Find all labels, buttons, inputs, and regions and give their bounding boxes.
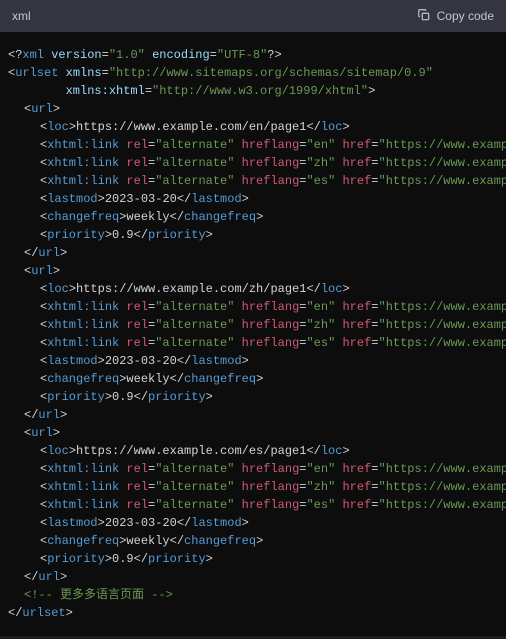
- code-block: <?xml version="1.0" encoding="UTF-8"?><u…: [0, 32, 506, 636]
- language-label: xml: [12, 9, 31, 23]
- clipboard-icon: [417, 8, 431, 25]
- copy-code-button[interactable]: Copy code: [417, 8, 494, 25]
- code-header: xml Copy code: [0, 0, 506, 32]
- copy-code-label: Copy code: [437, 9, 494, 23]
